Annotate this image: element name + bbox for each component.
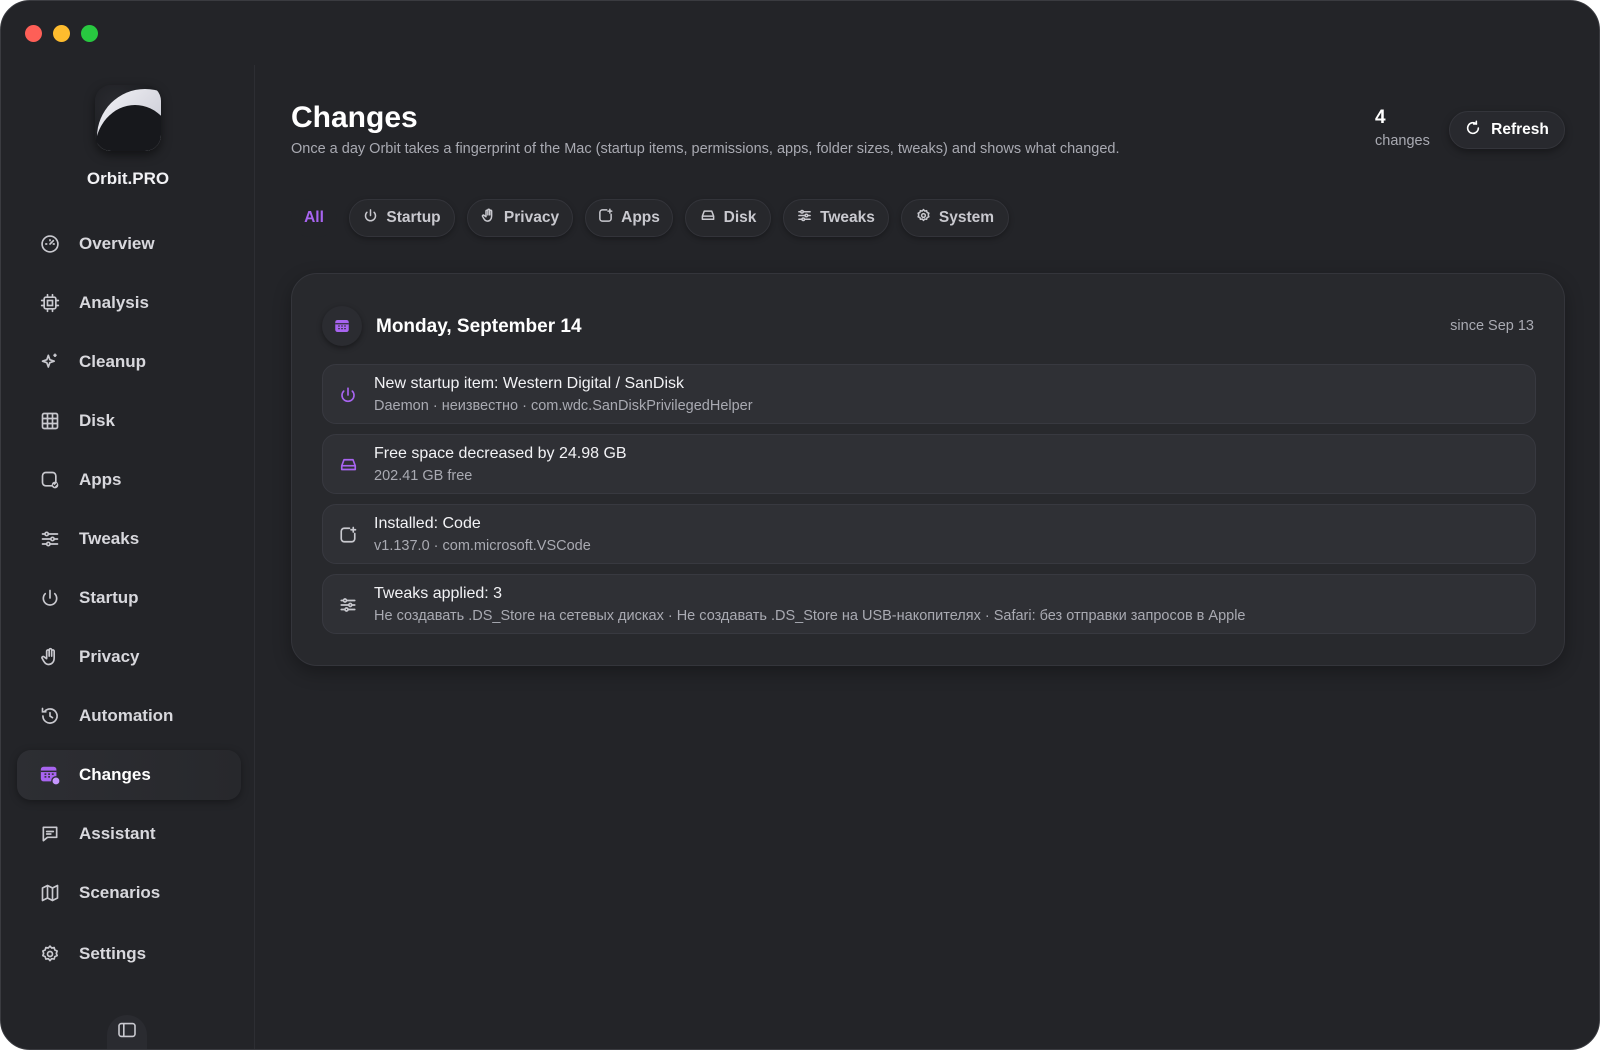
hand-icon (481, 208, 496, 228)
hand-icon (39, 646, 61, 668)
change-row-apps[interactable]: Installed: Code v1.137.0 · com.microsoft… (322, 504, 1536, 564)
main-content: Changes Once a day Orbit takes a fingerp… (291, 1, 1599, 1049)
history-icon (39, 705, 61, 727)
sidebar-item-overview[interactable]: Overview (17, 219, 241, 269)
day-since: since Sep 13 (1450, 318, 1534, 334)
sidebar-item-settings[interactable]: Settings (17, 929, 241, 979)
app-plus-icon (337, 524, 359, 546)
sidebar-toggle-icon (117, 1022, 137, 1043)
page-title: Changes (291, 101, 418, 134)
window-controls (25, 25, 98, 42)
sidebar-item-label: Apps (79, 470, 122, 489)
gear-icon (39, 943, 61, 965)
changes-count: 4 changes (1375, 107, 1430, 149)
change-subtitle: 202.41 GB free (374, 468, 473, 484)
drive-icon (700, 208, 716, 228)
change-title: New startup item: Western Digital / SanD… (374, 375, 685, 392)
sliders-icon (337, 594, 359, 616)
sidebar-item-analysis[interactable]: Analysis (17, 278, 241, 328)
filter-label: All (304, 209, 324, 226)
sidebar-item-changes[interactable]: Changes (17, 750, 241, 800)
filter-tweaks[interactable]: Tweaks (783, 199, 889, 237)
day-changes-card: Monday, September 14 since Sep 13 New st… (291, 273, 1565, 666)
power-icon (363, 208, 378, 228)
sparkle-icon (39, 351, 61, 373)
sidebar-item-label: Scenarios (79, 883, 161, 902)
sidebar-item-cleanup[interactable]: Cleanup (17, 337, 241, 387)
gear-icon (916, 208, 931, 228)
sliders-icon (797, 208, 812, 228)
change-title: Tweaks applied: 3 (374, 585, 503, 602)
power-icon (39, 587, 61, 609)
filter-privacy[interactable]: Privacy (467, 199, 573, 237)
sidebar-item-disk[interactable]: Disk (17, 396, 241, 446)
sidebar-item-label: Startup (79, 588, 139, 607)
filter-label: Privacy (503, 209, 560, 226)
filter-system[interactable]: System (901, 199, 1009, 237)
grid-icon (39, 410, 61, 432)
filter-label: Tweaks (820, 209, 875, 226)
brand-name: Orbit.PRO (86, 169, 170, 188)
sidebar-item-label: Analysis (79, 293, 149, 312)
sidebar-item-label: Settings (79, 944, 147, 963)
orbit-logo-icon (95, 85, 161, 151)
page-subtitle: Once a day Orbit takes a fingerprint of … (291, 141, 1120, 157)
zoom-window-button[interactable] (81, 25, 98, 42)
sidebar-item-automation[interactable]: Automation (17, 691, 241, 741)
sidebar-item-startup[interactable]: Startup (17, 573, 241, 623)
drive-icon (337, 454, 359, 476)
refresh-label: Refresh (1491, 121, 1549, 138)
refresh-button[interactable]: Refresh (1449, 111, 1565, 149)
sidebar-item-label: Cleanup (79, 352, 147, 371)
change-subtitle: v1.137.0 · com.microsoft.VSCode (374, 538, 591, 554)
power-icon (337, 384, 359, 406)
sidebar-item-label: Tweaks (79, 529, 140, 548)
sidebar-item-label: Automation (79, 706, 174, 725)
app-check-icon (39, 469, 61, 491)
sidebar-item-label: Overview (79, 234, 155, 253)
filter-apps[interactable]: Apps (585, 199, 673, 237)
day-title: Monday, September 14 (376, 316, 582, 337)
calendar-icon (322, 306, 362, 346)
filter-label: Disk (723, 209, 757, 226)
sidebar-item-scenarios[interactable]: Scenarios (17, 868, 241, 918)
filter-startup[interactable]: Startup (349, 199, 455, 237)
sidebar: Orbit.PRO Overview Analysis Cleanup Disk… (1, 65, 255, 1049)
app-plus-icon (598, 208, 613, 228)
close-window-button[interactable] (25, 25, 42, 42)
change-row-disk[interactable]: Free space decreased by 24.98 GB 202.41 … (322, 434, 1536, 494)
map-icon (39, 882, 61, 904)
change-subtitle: Daemon · неизвестно · com.wdc.SanDiskPri… (374, 398, 753, 414)
change-title: Installed: Code (374, 515, 481, 532)
sidebar-item-label: Changes (79, 765, 151, 784)
chat-icon (39, 823, 61, 845)
sidebar-toggle-button[interactable] (107, 1015, 147, 1049)
filter-disk[interactable]: Disk (685, 199, 771, 237)
change-title: Free space decreased by 24.98 GB (374, 445, 627, 462)
chip-icon (39, 292, 61, 314)
sidebar-item-label: Disk (79, 411, 115, 430)
calendar-badge-icon (39, 764, 61, 786)
refresh-icon (1465, 120, 1481, 141)
changes-count-value: 4 (1375, 107, 1386, 128)
sidebar-item-assistant[interactable]: Assistant (17, 809, 241, 859)
change-row-startup[interactable]: New startup item: Western Digital / SanD… (322, 364, 1536, 424)
changes-count-label: changes (1375, 133, 1430, 149)
sidebar-item-apps[interactable]: Apps (17, 455, 241, 505)
gauge-icon (39, 233, 61, 255)
sidebar-item-label: Assistant (79, 824, 156, 843)
sidebar-item-privacy[interactable]: Privacy (17, 632, 241, 682)
app-window: Orbit.PRO Overview Analysis Cleanup Disk… (0, 0, 1600, 1050)
change-subtitle: Не создавать .DS_Store на сетевых дисках… (374, 608, 1246, 624)
filter-label: Startup (386, 209, 441, 226)
brand: Orbit.PRO (1, 85, 255, 189)
filter-label: System (938, 209, 995, 226)
filter-label: Apps (621, 209, 660, 226)
filter-all[interactable]: All (291, 199, 337, 237)
sidebar-item-label: Privacy (79, 647, 140, 666)
sliders-icon (39, 528, 61, 550)
change-row-tweaks[interactable]: Tweaks applied: 3 Не создавать .DS_Store… (322, 574, 1536, 634)
sidebar-item-tweaks[interactable]: Tweaks (17, 514, 241, 564)
minimize-window-button[interactable] (53, 25, 70, 42)
